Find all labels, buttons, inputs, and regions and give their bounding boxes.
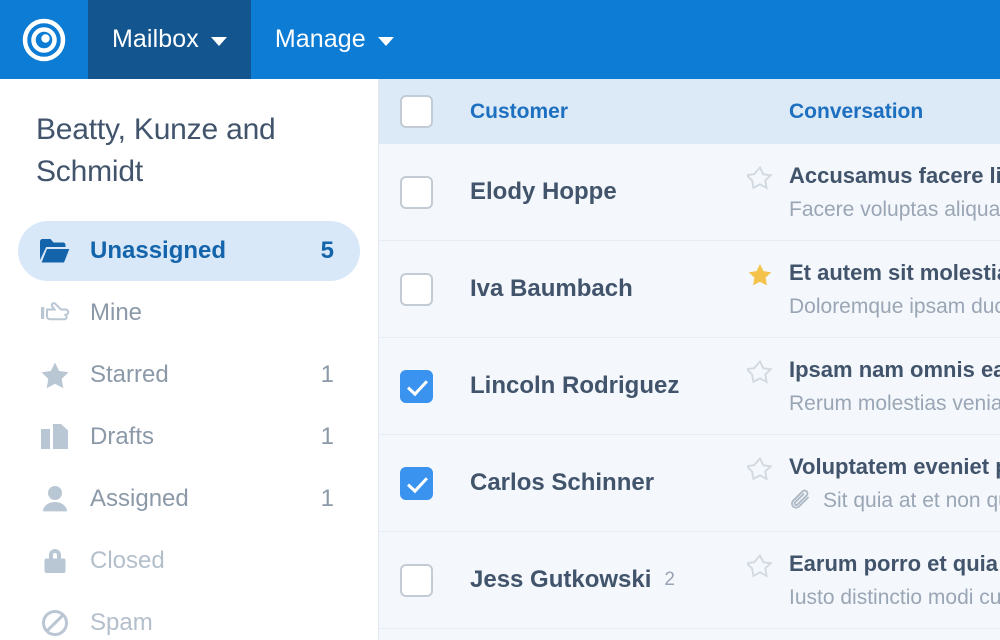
row-checkbox[interactable] — [400, 176, 433, 209]
table-row[interactable]: Iva Baumbach Et autem sit molestiae m Do… — [379, 241, 1000, 338]
star-icon — [40, 361, 74, 389]
sidebar-item-label: Assigned — [74, 485, 321, 513]
sidebar-item-assigned[interactable]: Assigned 1 — [18, 469, 360, 529]
star-outline-icon[interactable] — [747, 452, 789, 486]
person-icon — [40, 485, 74, 513]
sidebar-item-count: 5 — [321, 237, 338, 265]
conversation-preview: Doloremque ipsam ducimu — [789, 292, 1000, 322]
sidebar-item-label: Spam — [74, 609, 334, 637]
mailbox-title: Beatty, Kunze and Schmidt — [18, 109, 360, 193]
sidebar-item-label: Mine — [74, 299, 334, 327]
table-row[interactable]: Jess Gutkowski 2 Earum porro et quia et … — [379, 532, 1000, 629]
customer-name: Iva Baumbach — [470, 275, 633, 303]
sidebar-item-closed[interactable]: Closed — [18, 531, 360, 591]
sidebar-item-label: Unassigned — [74, 237, 321, 265]
sidebar-item-spam[interactable]: Spam — [18, 593, 360, 640]
star-filled-icon[interactable] — [747, 258, 789, 292]
sidebar-item-label: Drafts — [74, 423, 321, 451]
sidebar-item-count: 1 — [321, 361, 338, 389]
top-navigation-bar: Mailbox Manage — [0, 0, 1000, 79]
app-logo[interactable] — [0, 0, 88, 79]
sidebar-item-label: Starred — [74, 361, 321, 389]
customer-name: Carlos Schinner — [470, 469, 654, 497]
customer-name: Elody Hoppe — [470, 178, 617, 206]
sidebar-item-mine[interactable]: Mine — [18, 283, 360, 343]
conversation-subject: Accusamus facere libero — [789, 161, 1000, 191]
pointing-hand-icon — [40, 300, 74, 326]
nav-item-manage[interactable]: Manage — [251, 0, 418, 79]
table-row[interactable]: Carlos Schinner Voluptatem eveniet persp… — [379, 435, 1000, 532]
conversation-preview: Sit quia at et non quasi co — [823, 486, 1000, 516]
sidebar-item-drafts[interactable]: Drafts 1 — [18, 407, 360, 467]
nav-item-mailbox[interactable]: Mailbox — [88, 0, 251, 79]
conversation-list-header: Customer Conversation — [379, 79, 1000, 144]
row-checkbox[interactable] — [400, 467, 433, 500]
conversation-preview: Facere voluptas aliquam m — [789, 195, 1000, 225]
sidebar-item-count: 1 — [321, 423, 338, 451]
nav-item-manage-label: Manage — [275, 25, 366, 54]
conversation-subject: Earum porro et quia et id — [789, 549, 1000, 579]
conversation-subject: Et autem sit molestiae m — [789, 258, 1000, 288]
column-header-conversation: Conversation — [789, 100, 923, 123]
folder-open-icon — [40, 238, 74, 264]
column-header-customer: Customer — [470, 100, 568, 123]
row-checkbox[interactable] — [400, 370, 433, 403]
sidebar-item-unassigned[interactable]: Unassigned 5 — [18, 221, 360, 281]
sidebar-item-count: 1 — [321, 485, 338, 513]
row-checkbox[interactable] — [400, 564, 433, 597]
sidebar-item-label: Closed — [74, 547, 334, 575]
thread-count: 2 — [664, 569, 675, 591]
star-outline-icon[interactable] — [747, 549, 789, 583]
spiral-logo-icon — [21, 17, 67, 63]
chevron-down-icon — [211, 37, 227, 46]
conversation-subject: Ipsam nam omnis ea omn — [789, 355, 1000, 385]
conversation-subject: Voluptatem eveniet persp — [789, 452, 1000, 482]
drafts-icon — [40, 423, 74, 451]
customer-name: Lincoln Rodriguez — [470, 372, 679, 400]
table-row[interactable]: Lincoln Rodriguez Ipsam nam omnis ea omn… — [379, 338, 1000, 435]
ban-icon — [40, 609, 74, 637]
table-row[interactable]: Elody Hoppe Accusamus facere libero Face… — [379, 144, 1000, 241]
lock-icon — [40, 547, 74, 575]
conversation-preview: Rerum molestias veniam to — [789, 389, 1000, 419]
chevron-down-icon — [378, 37, 394, 46]
star-outline-icon[interactable] — [747, 355, 789, 389]
conversation-preview: Iusto distinctio modi cum o — [789, 583, 1000, 613]
star-outline-icon[interactable] — [747, 161, 789, 195]
nav-item-mailbox-label: Mailbox — [112, 25, 199, 54]
conversation-list-pane: Customer Conversation Elody Hoppe Accusa… — [378, 79, 1000, 640]
select-all-checkbox[interactable] — [400, 95, 433, 128]
customer-name: Jess Gutkowski — [470, 566, 651, 594]
paperclip-icon — [789, 489, 813, 513]
sidebar-item-starred[interactable]: Starred 1 — [18, 345, 360, 405]
row-checkbox[interactable] — [400, 273, 433, 306]
sidebar: Beatty, Kunze and Schmidt Unassigned 5 M… — [0, 79, 378, 640]
